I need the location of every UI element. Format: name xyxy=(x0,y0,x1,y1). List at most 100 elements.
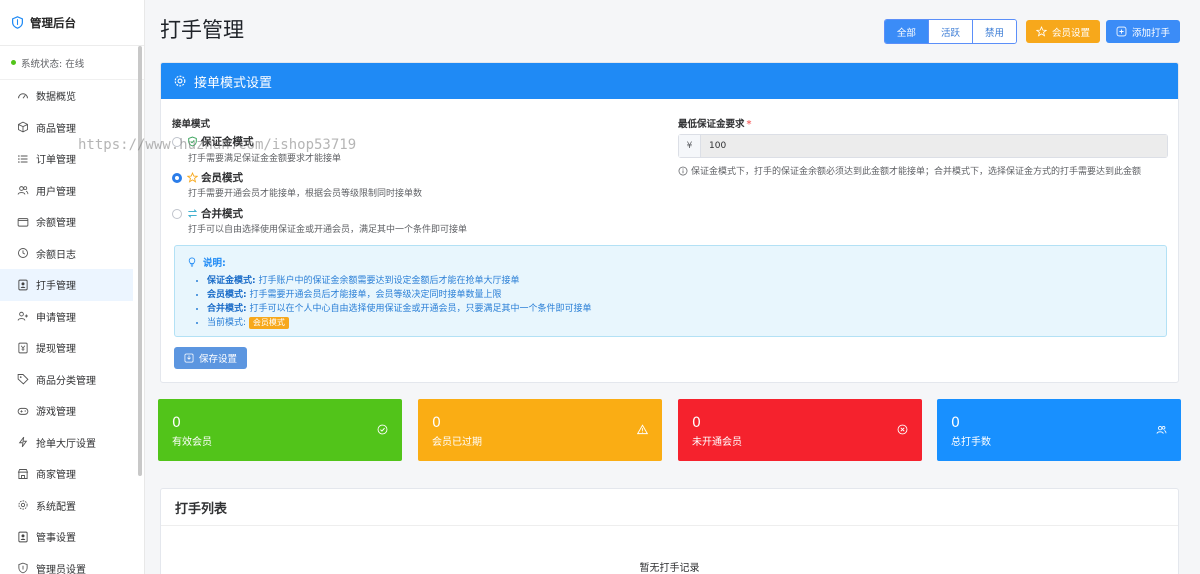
filter-all-button[interactable]: 全部 xyxy=(884,20,928,43)
radio-button-checked[interactable] xyxy=(172,172,182,183)
radio-member-mode[interactable]: 会员模式 xyxy=(172,170,243,185)
sidebar-item-system-config[interactable]: 系统配置 xyxy=(0,490,144,522)
star-icon xyxy=(187,172,198,183)
explanation-key: 保证金模式: xyxy=(207,276,256,286)
sidebar-item-hall-settings[interactable]: 抢单大厅设置 xyxy=(0,427,144,459)
system-status: 系统状态: 在线 xyxy=(0,46,144,80)
sidebar-item-label: 游戏管理 xyxy=(36,407,76,419)
save-settings-button[interactable]: 保存设置 xyxy=(174,347,247,369)
add-fighter-button[interactable]: 添加打手 xyxy=(1105,20,1180,43)
explanation-item: 保证金模式: 打手账户中的保证金余额需要达到设定金额后才能在抢单大厅接单 xyxy=(207,274,592,288)
stat-label: 会员已过期 xyxy=(432,437,482,448)
list-icon xyxy=(18,155,28,163)
sidebar-item-withdrawals[interactable]: 提现管理 xyxy=(0,332,144,364)
sidebar-item-label: 商品管理 xyxy=(36,123,76,135)
main-content: 打手管理 全部 活跃 禁用 会员设置 添加打手 接单模式设置 接单模式 保证金模… xyxy=(145,0,1200,574)
explanation-text: 打手可以在个人中心自由选择使用保证金或开通会员，只要满足其中一个条件即可接单 xyxy=(249,304,592,314)
app-title: 管理后台 xyxy=(30,15,76,30)
sidebar-item-label: 系统配置 xyxy=(36,501,76,513)
sidebar-item-admins[interactable]: 管理员设置 xyxy=(0,553,144,574)
stat-value: 0 xyxy=(432,415,441,431)
current-mode-label: 当前模式: xyxy=(207,318,247,328)
deposit-input[interactable]: ¥ 100 xyxy=(678,134,1168,158)
sidebar-item-label: 余额日志 xyxy=(36,249,76,261)
star-icon xyxy=(1035,26,1047,37)
sidebar-item-games[interactable]: 游戏管理 xyxy=(0,395,144,427)
stat-value: 0 xyxy=(172,415,181,431)
warning-icon xyxy=(637,424,648,435)
add-fighter-label: 添加打手 xyxy=(1131,27,1170,39)
cash-icon xyxy=(18,342,28,354)
explanation-title-text: 说明: xyxy=(203,258,226,269)
stat-card-active-members: 0 有效会员 xyxy=(158,399,402,461)
sidebar-item-label: 商品分类管理 xyxy=(36,375,96,387)
sidebar-item-label: 抢单大厅设置 xyxy=(36,438,96,450)
explanation-list: 保证金模式: 打手账户中的保证金余额需要达到设定金额后才能在抢单大厅接单 会员模… xyxy=(207,274,592,330)
store-icon xyxy=(17,468,29,479)
sidebar-item-label: 数据概览 xyxy=(36,92,76,104)
filter-active-button[interactable]: 活跃 xyxy=(927,20,972,43)
status-text: 系统状态: 在线 xyxy=(21,58,85,70)
sidebar-item-balance[interactable]: 余额管理 xyxy=(0,206,144,238)
panel-header: 接单模式设置 xyxy=(161,63,1178,99)
sidebar: 管理后台 系统状态: 在线 数据概览 商品管理 订单管理 用户管理 余额管理 余… xyxy=(0,0,145,574)
sidebar-item-applications[interactable]: 申请管理 xyxy=(0,301,144,333)
deposit-label-text: 最低保证金要求 xyxy=(678,119,745,130)
deposit-hint: 保证金模式下，打手的保证金余额必须达到此金额才能接单；合并模式下，选择保证金方式… xyxy=(678,164,1141,177)
dashboard-icon xyxy=(18,93,28,99)
gamepad-icon xyxy=(17,407,29,415)
radio-description: 打手需要开通会员才能接单，根据会员等级限制同时接单数 xyxy=(188,189,423,199)
sidebar-item-balance-log[interactable]: 余额日志 xyxy=(0,238,144,270)
users-icon xyxy=(1156,425,1167,434)
list-title: 打手列表 xyxy=(161,489,1178,526)
stat-label: 总打手数 xyxy=(951,437,991,448)
id-card-icon xyxy=(18,279,28,291)
member-settings-label: 会员设置 xyxy=(1051,27,1090,39)
deposit-value[interactable]: 100 xyxy=(701,135,1167,157)
shield-icon xyxy=(18,562,28,574)
user-plus-icon xyxy=(17,312,28,321)
sidebar-header: 管理后台 xyxy=(0,0,144,46)
sidebar-item-label: 申请管理 xyxy=(36,312,76,324)
radio-description: 打手可以自由选择使用保证金或开通会员，满足其中一个条件即可接单 xyxy=(188,225,468,235)
sidebar-menu: 数据概览 商品管理 订单管理 用户管理 余额管理 余额日志 打手管理 申请管理 xyxy=(0,80,144,574)
badge-icon xyxy=(18,531,28,543)
explanation-text: 打手账户中的保证金余额需要达到设定金额后才能在抢单大厅接单 xyxy=(258,276,520,286)
sidebar-item-stewards[interactable]: 管事设置 xyxy=(0,521,144,553)
mode-label: 接单模式 xyxy=(172,119,211,130)
radio-combined-mode[interactable]: 合并模式 xyxy=(172,206,243,221)
sidebar-item-categories[interactable]: 商品分类管理 xyxy=(0,364,144,396)
fighter-list-panel: 打手列表 暂无打手记录 xyxy=(160,488,1179,574)
check-circle-icon xyxy=(377,424,388,435)
top-actions: 全部 活跃 禁用 会员设置 添加打手 xyxy=(883,19,1180,44)
lightbulb-icon xyxy=(188,257,196,267)
current-mode-item: 当前模式: 会员模式 xyxy=(207,316,592,330)
sidebar-item-fighters[interactable]: 打手管理 xyxy=(0,269,133,301)
radio-button[interactable] xyxy=(172,208,182,219)
gear-icon xyxy=(174,75,186,87)
wallet-icon xyxy=(17,217,29,227)
filter-disabled-button[interactable]: 禁用 xyxy=(971,20,1016,43)
explanation-key: 合并模式: xyxy=(207,304,247,314)
clock-icon xyxy=(18,248,28,259)
member-settings-button[interactable]: 会员设置 xyxy=(1025,20,1100,43)
x-circle-icon xyxy=(897,424,908,435)
save-label: 保存设置 xyxy=(198,354,237,365)
sidebar-scrollbar[interactable] xyxy=(138,46,142,476)
explanation-key: 会员模式: xyxy=(207,290,247,300)
tag-icon xyxy=(17,374,29,385)
bolt-icon xyxy=(18,437,28,448)
explanation-item: 会员模式: 打手需要开通会员后才能接单，会员等级决定同时接单数量上限 xyxy=(207,288,592,302)
sidebar-item-label: 商家管理 xyxy=(36,470,76,482)
sidebar-item-merchants[interactable]: 商家管理 xyxy=(0,458,144,490)
sidebar-item-label: 打手管理 xyxy=(36,281,76,293)
users-icon xyxy=(17,186,29,195)
sidebar-item-users[interactable]: 用户管理 xyxy=(0,175,144,207)
current-mode-badge: 会员模式 xyxy=(248,317,289,329)
explanation-text: 打手需要开通会员后才能接单，会员等级决定同时接单数量上限 xyxy=(249,290,502,300)
stat-value: 0 xyxy=(951,415,960,431)
sidebar-item-dashboard[interactable]: 数据概览 xyxy=(0,80,144,112)
stat-card-total-fighters: 0 总打手数 xyxy=(937,399,1181,461)
sidebar-item-label: 余额管理 xyxy=(36,218,76,230)
radio-title: 合并模式 xyxy=(201,208,243,220)
